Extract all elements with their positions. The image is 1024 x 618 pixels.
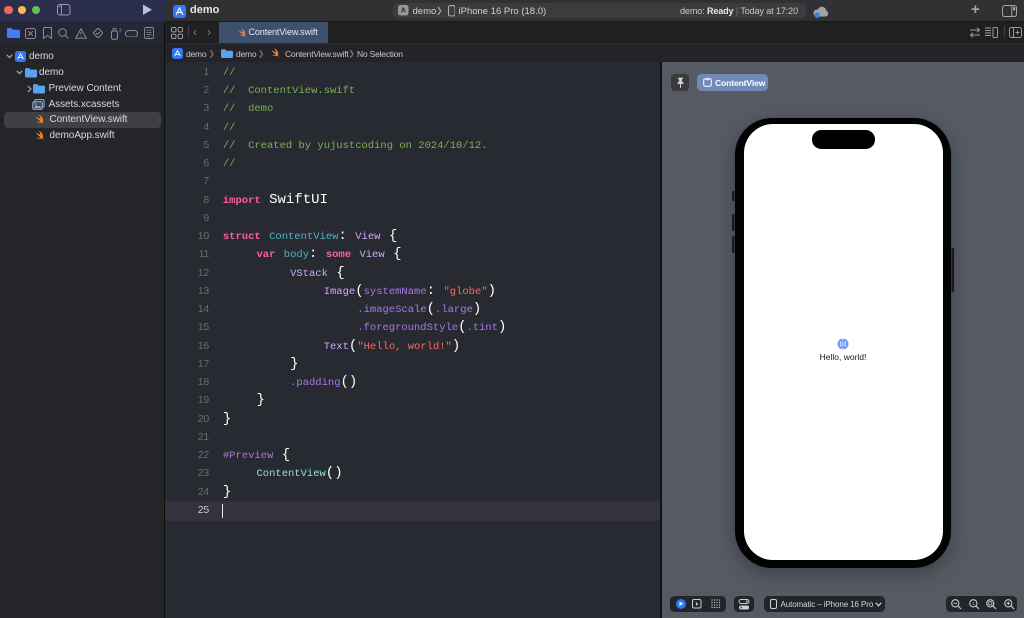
svg-text:1: 1 — [972, 601, 975, 606]
